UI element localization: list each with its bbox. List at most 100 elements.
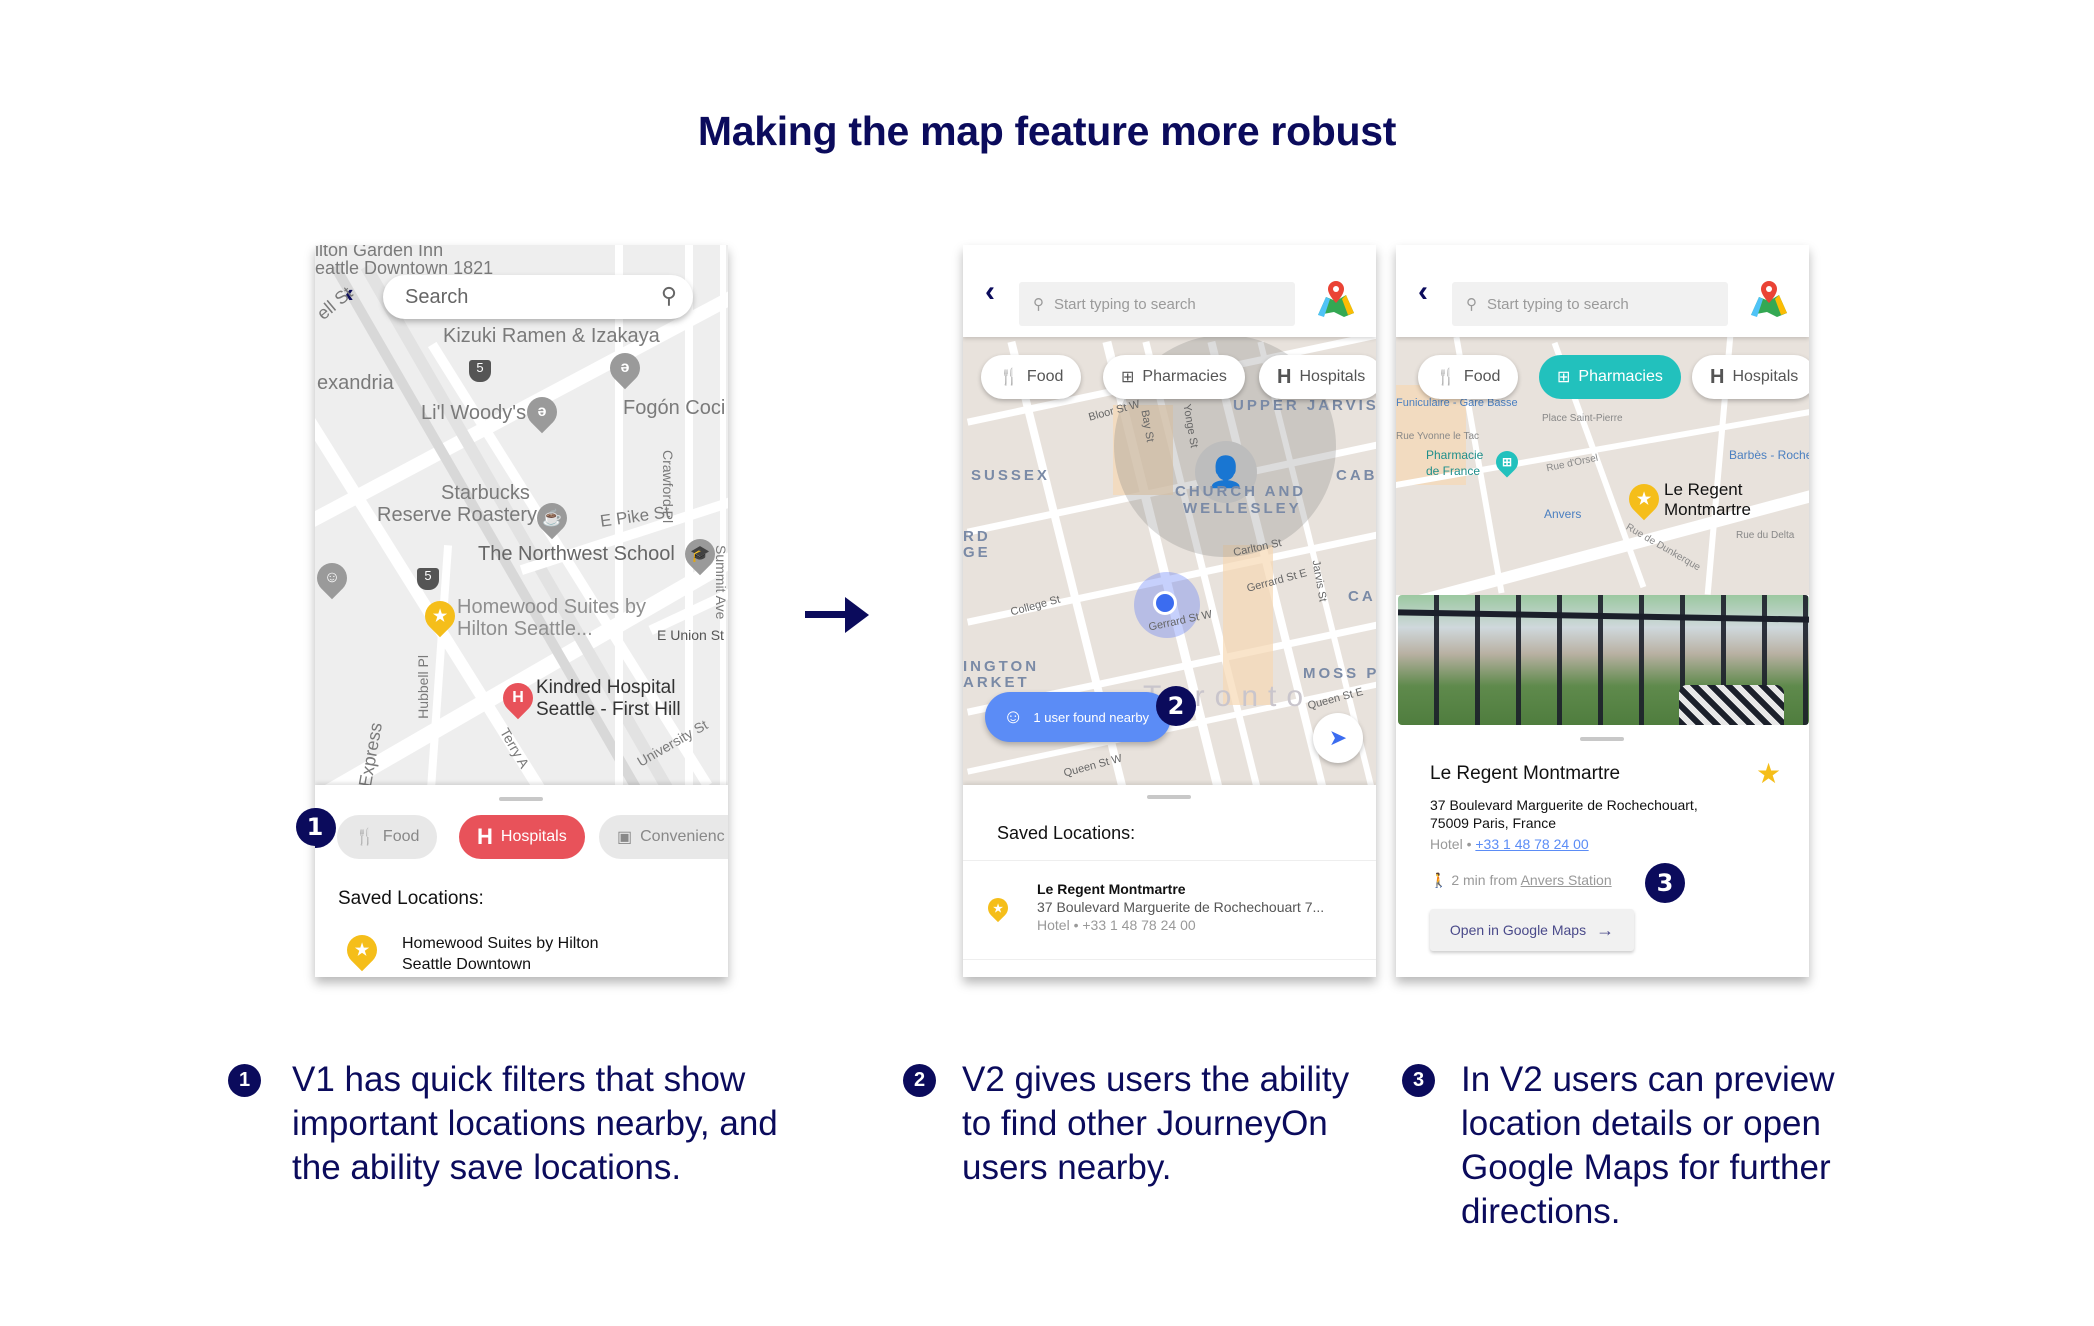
place-photo[interactable] [1398, 595, 1809, 725]
saved-locations-heading: Saved Locations: [338, 888, 484, 909]
map-label: Kizuki Ramen & Izakaya [443, 325, 660, 347]
hospital-icon: H [1277, 365, 1292, 388]
restaurant-pin-icon[interactable]: ә [603, 346, 647, 390]
users-nearby-button[interactable]: ☺ 1 user found nearby [985, 692, 1171, 742]
pharmacy-icon: ⊞ [1121, 369, 1135, 386]
filter-hospitals[interactable]: H Hospitals [1259, 355, 1376, 399]
map-label: WELLESLEY [1183, 500, 1302, 517]
filter-pharmacies[interactable]: ⊞ Pharmacies [1539, 355, 1681, 399]
map-label: Rue Yvonne le Tac [1396, 431, 1480, 442]
arrow-right-icon: → [1596, 919, 1615, 940]
saved-location-meta: Hotel • +33 1 48 78 24 00 [1037, 917, 1196, 933]
map-label: ARKET [963, 674, 1030, 691]
theater-pin-icon[interactable]: ☺ [315, 556, 354, 600]
hospital-icon: H [1710, 365, 1725, 388]
map-label: College St [1009, 593, 1062, 619]
map-label: Rue du Delta [1736, 530, 1795, 541]
map-label: MOSS P [1303, 665, 1376, 682]
map-label: INGTON [963, 658, 1040, 675]
saved-location-address: 37 Boulevard Marguerite de Rochechouart … [1037, 899, 1325, 915]
filter-food[interactable]: 🍴 Food [981, 355, 1082, 399]
annotation-badge-3: 3 [1645, 863, 1685, 903]
drag-handle[interactable] [499, 797, 543, 801]
pharmacy-pin-icon[interactable]: ⊞ [1491, 446, 1523, 478]
search-icon: ⚲ [1466, 296, 1477, 313]
caption-v1: V1 has quick filters that show important… [292, 1060, 778, 1187]
caption-v2-nearby: V2 gives users the ability to find other… [962, 1060, 1350, 1187]
map-label: Le Regent [1664, 480, 1743, 499]
saved-star-pin-icon[interactable]: ★ [418, 594, 462, 638]
phone-v2-details: ‹ ⚲ Start typing to search Funiculaire -… [1396, 245, 1809, 977]
page-title: Making the map feature more robust [697, 108, 1397, 154]
map-label: Seattle - First Hill [536, 699, 681, 720]
filter-food[interactable]: 🍴 Food [1418, 355, 1519, 399]
map-label: Pharmacie [1426, 448, 1484, 462]
map-label: Anvers [1544, 507, 1582, 521]
saved-locations-heading: Saved Locations: [997, 823, 1136, 843]
map-label: Kindred Hospital [536, 677, 676, 698]
saved-location-name: Homewood Suites by Hilton [402, 935, 599, 952]
filter-convenience[interactable]: ▣ Convenienc [599, 815, 728, 859]
saved-star-icon[interactable]: ★ [1756, 757, 1781, 790]
coffee-pin-icon[interactable]: ☕ [530, 496, 574, 540]
filter-food[interactable]: 🍴 Food [337, 815, 438, 859]
google-maps-icon[interactable] [1316, 279, 1356, 319]
fork-knife-icon: 🍴 [355, 829, 375, 846]
map-label: Hubbell Pl [415, 655, 431, 719]
annotation-badge-1: 1 [296, 808, 334, 846]
caption-badge: 3 [1402, 1064, 1435, 1097]
filter-hospitals[interactable]: H Hospitals [459, 815, 585, 859]
interstate-5-icon: 5 [417, 568, 439, 590]
recenter-location-button[interactable]: ➤ [1313, 713, 1363, 763]
filter-pharmacies[interactable]: ⊞ Pharmacies [1103, 355, 1245, 399]
fork-knife-icon: 🍴 [999, 369, 1019, 386]
saved-star-pin-icon: ★ [983, 893, 1013, 923]
google-maps-icon[interactable] [1749, 279, 1789, 319]
map-label: Place Saint-Pierre [1542, 413, 1623, 424]
map-label: Reserve Roastery [377, 504, 538, 526]
search-input[interactable]: ⚲ Start typing to search [1019, 282, 1295, 326]
back-chevron-icon[interactable]: ‹ [985, 275, 995, 309]
drag-handle[interactable] [1580, 737, 1624, 741]
map-label: CA [1348, 588, 1376, 605]
map-label: Starbucks [441, 482, 530, 504]
interstate-5-icon: 5 [469, 360, 491, 382]
filter-hospitals[interactable]: H Hospitals [1692, 355, 1809, 399]
back-chevron-icon[interactable]: ‹ [1418, 275, 1428, 309]
place-address: 75009 Paris, France [1430, 815, 1557, 831]
arrow-right-icon [805, 597, 869, 633]
place-type: Hotel [1430, 836, 1463, 852]
saved-star-pin-icon[interactable]: ★ [1622, 477, 1666, 521]
caption-v2-details: In V2 users can preview location details… [1461, 1060, 1835, 1231]
drag-handle[interactable] [1147, 795, 1191, 799]
walk-info: 🚶 2 min from Anvers Station [1430, 872, 1612, 888]
station-link[interactable]: Anvers Station [1521, 872, 1612, 888]
search-input[interactable]: Search ⚲ [383, 275, 693, 319]
phone-v2-nearby: ‹ ⚲ Start typing to search 👤 UPPER JARVI… [963, 245, 1376, 977]
annotation-badge-2: 2 [1156, 686, 1196, 726]
map-label: Hilton Seattle... [457, 618, 593, 640]
place-meta: Hotel • +33 1 48 78 24 00 [1430, 836, 1589, 852]
map-v1[interactable]: ilton Garden Inn eattle Downtown 1821 Se… [315, 245, 728, 785]
map-label: The Northwest School [478, 543, 675, 565]
map-label: E Union St [657, 627, 724, 643]
map-label: CHURCH AND [1175, 483, 1307, 500]
map-label: exandria [317, 372, 394, 394]
map-label: UPPER JARVIS [1233, 397, 1376, 414]
map-label: SUSSEX [971, 467, 1050, 484]
map-label: Montmartre [1664, 500, 1751, 519]
open-google-maps-button[interactable]: Open in Google Maps → [1430, 909, 1634, 951]
map-label: Barbès - Roche [1729, 448, 1809, 462]
place-address: 37 Boulevard Marguerite de Rochechouart, [1430, 797, 1698, 813]
search-icon[interactable]: ⚲ [661, 283, 677, 309]
map-label: Jarvis St [1309, 559, 1329, 603]
phone-v1: ilton Garden Inn eattle Downtown 1821 Se… [315, 245, 728, 977]
map-label: CAB [1336, 467, 1376, 484]
place-name: Le Regent Montmartre [1430, 763, 1621, 784]
phone-link[interactable]: +33 1 48 78 24 00 [1475, 836, 1588, 852]
search-input[interactable]: ⚲ Start typing to search [1452, 282, 1728, 326]
top-bar: ‹ ⚲ Start typing to search [963, 245, 1376, 337]
saved-location-name: Seattle Downtown [402, 956, 531, 973]
hospital-pin-icon[interactable]: H [496, 676, 540, 720]
restaurant-pin-icon[interactable]: ә [520, 390, 564, 434]
